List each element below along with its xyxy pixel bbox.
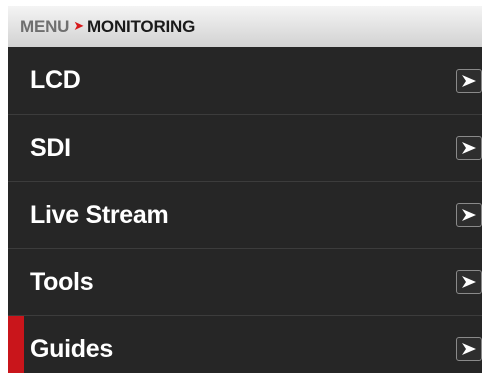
menu-item-sdi[interactable]: SDI: [8, 114, 482, 181]
chevron-right-icon[interactable]: [456, 136, 482, 160]
breadcrumb-menu-link[interactable]: MENU: [20, 17, 69, 37]
breadcrumb-current-page: MONITORING: [86, 16, 196, 36]
menu-item-tools[interactable]: Tools: [8, 248, 482, 315]
chevron-right-icon[interactable]: [456, 203, 482, 227]
menu-item-lcd[interactable]: LCD: [8, 47, 482, 114]
menu-item-label: SDI: [30, 133, 71, 162]
menu-item-label: Live Stream: [30, 200, 169, 229]
menu-item-label: Guides: [30, 334, 113, 363]
menu-item-live-stream[interactable]: Live Stream: [8, 181, 482, 248]
menu-item-label: Tools: [30, 267, 94, 296]
menu-item-guides[interactable]: Guides: [8, 315, 482, 373]
menu-list: LCD SDI Live Stream Tools Guides: [8, 47, 482, 373]
monitoring-menu-panel: MENU ➤ MONITORING LCD SDI Live Stream To…: [8, 6, 482, 373]
chevron-right-icon[interactable]: [456, 337, 482, 361]
chevron-right-icon[interactable]: [456, 270, 482, 294]
menu-item-label: LCD: [30, 66, 81, 94]
chevron-right-icon[interactable]: [456, 68, 482, 93]
breadcrumb-separator-icon: ➤: [73, 17, 84, 33]
selection-indicator: [8, 316, 24, 373]
breadcrumb: MENU ➤ MONITORING: [8, 6, 482, 47]
